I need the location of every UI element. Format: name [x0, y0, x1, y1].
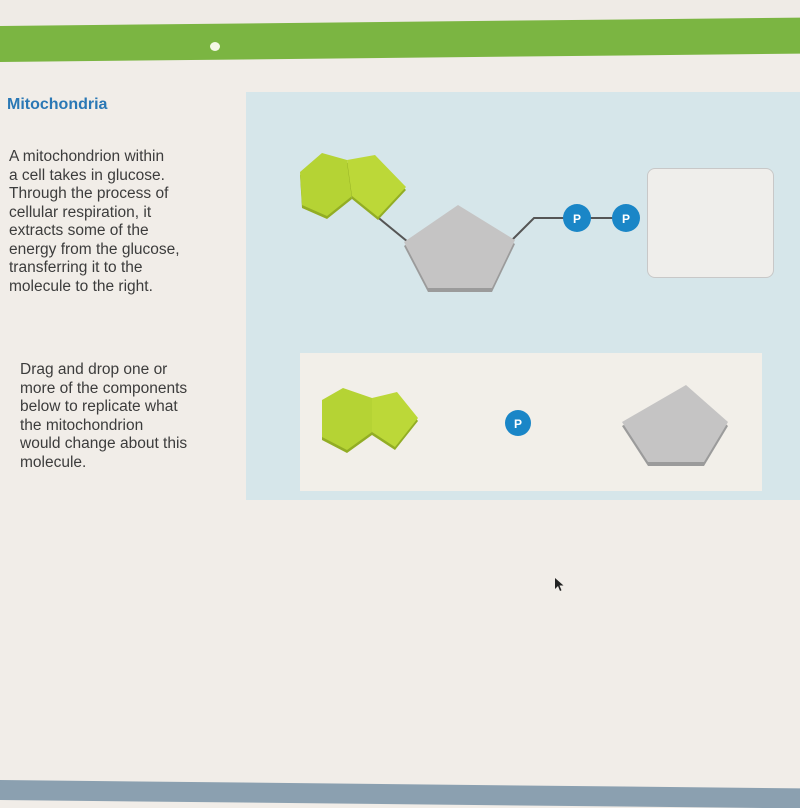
phosphate-label: P: [622, 212, 630, 226]
tray-phosphate-draggable[interactable]: P: [505, 410, 531, 436]
mouse-cursor-icon: [555, 578, 564, 591]
tray-ribose-draggable[interactable]: [622, 385, 728, 466]
ribose-shape: [404, 205, 515, 292]
molecule-diagram: P P P: [300, 153, 728, 466]
adenine-shape: [300, 153, 406, 220]
tray-adenine-draggable[interactable]: [322, 388, 418, 453]
phosphate-label: P: [514, 417, 522, 431]
phosphate-circle: P: [563, 204, 591, 232]
phosphate-circle: P: [612, 204, 640, 232]
phosphate-label: P: [573, 212, 581, 226]
bond-ribose-phosphate: [511, 217, 570, 241]
bond-adenine-ribose: [374, 214, 409, 243]
